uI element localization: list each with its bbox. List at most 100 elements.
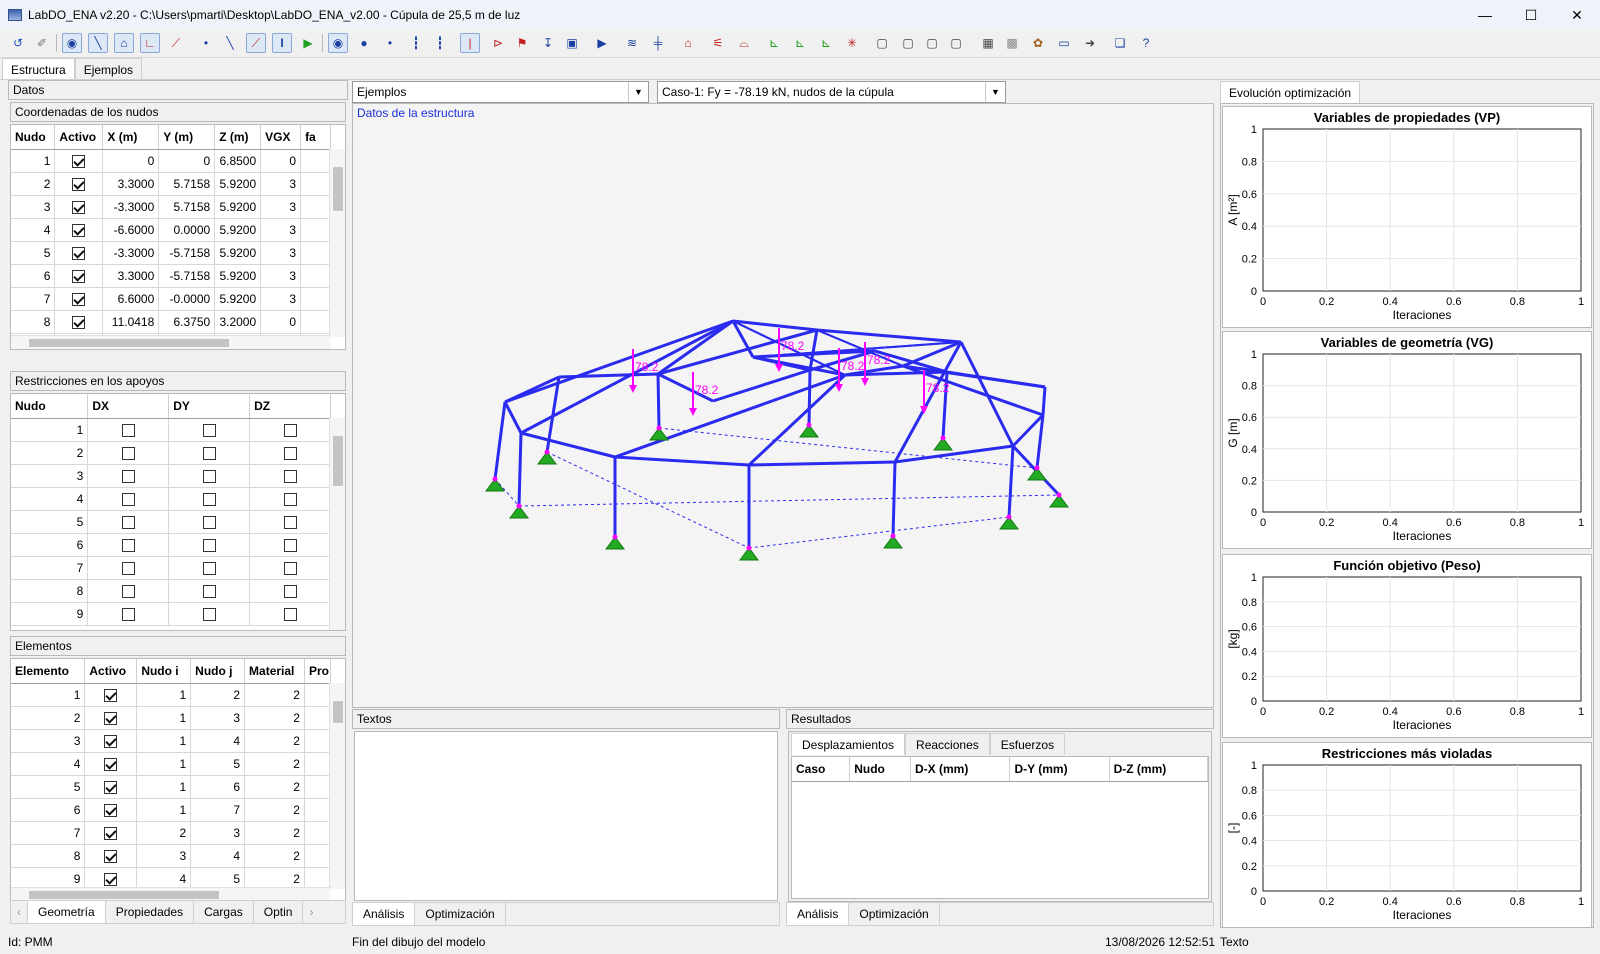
table-cell[interactable]: 3 <box>260 264 302 288</box>
table-cell[interactable]: 11.0418 <box>102 310 160 334</box>
table-cell[interactable]: 5.9200 <box>214 287 262 311</box>
arch-icon[interactable]: ⌓ <box>734 33 754 53</box>
active-cell[interactable] <box>84 729 138 753</box>
checkbox[interactable] <box>121 469 135 483</box>
chevron-down-icon[interactable]: ▼ <box>985 82 1005 102</box>
column-header[interactable]: Nudo <box>849 757 911 782</box>
table-cell[interactable]: 1 <box>11 149 56 173</box>
table-cell[interactable]: 5.9200 <box>214 195 262 219</box>
tab-geometria[interactable]: Geometría <box>28 901 106 923</box>
vertical-element-icon[interactable]: ┇ <box>430 33 450 53</box>
checkbox[interactable] <box>72 154 86 168</box>
column-header[interactable]: Activo <box>84 659 138 684</box>
table-row[interactable]: 6 <box>11 533 331 557</box>
play-icon[interactable]: ▶ <box>592 33 612 53</box>
restraint-cell[interactable] <box>87 556 170 580</box>
coords-vscroll[interactable] <box>329 149 345 337</box>
restraint-cell[interactable] <box>249 579 331 603</box>
vertical-node-icon[interactable]: ┇ <box>406 33 426 53</box>
chevron-down-icon[interactable]: ▼ <box>628 82 648 102</box>
checkbox[interactable] <box>104 734 118 748</box>
table-cell[interactable]: 0 <box>260 310 302 334</box>
restraint-cell[interactable] <box>249 487 331 511</box>
column-header[interactable]: Y (m) <box>158 125 216 150</box>
table-cell[interactable]: 6 <box>11 533 89 557</box>
table-cell[interactable]: 5 <box>11 241 56 265</box>
table-cell[interactable] <box>304 706 332 730</box>
table-cell[interactable]: -3.3000 <box>102 241 160 265</box>
table-cell[interactable]: 6 <box>190 775 246 799</box>
tab-estructura[interactable]: Estructura <box>2 58 75 80</box>
table-cell[interactable] <box>300 241 331 265</box>
checkbox[interactable] <box>121 561 135 575</box>
axes-xy-icon[interactable]: ⊾ <box>790 33 810 53</box>
table-row[interactable]: 6 172 <box>11 798 332 822</box>
elements-hscroll[interactable] <box>11 887 331 901</box>
table-row[interactable]: 3 142 <box>11 729 332 753</box>
table-cell[interactable]: 2 <box>244 729 305 753</box>
column-header[interactable]: Nudo <box>11 125 56 150</box>
table-cell[interactable]: 2 <box>244 775 305 799</box>
column-header[interactable]: Nudo j <box>190 659 246 684</box>
restraint-cell[interactable] <box>168 533 251 557</box>
texts-area[interactable] <box>354 731 778 901</box>
tab-propiedades[interactable]: Propiedades <box>106 901 195 923</box>
column-header[interactable]: Elemento <box>11 659 86 684</box>
column-header[interactable]: D-X (mm) <box>910 757 1011 782</box>
table-cell[interactable]: 2 <box>244 752 305 776</box>
table-cell[interactable]: 7 <box>190 798 246 822</box>
add-node-icon[interactable]: • <box>196 33 216 53</box>
table-cell[interactable]: 3 <box>11 195 56 219</box>
active-cell[interactable] <box>84 752 138 776</box>
checkbox[interactable] <box>283 492 297 506</box>
checkbox[interactable] <box>104 711 118 725</box>
table-cell[interactable] <box>304 752 332 776</box>
restraint-cell[interactable] <box>168 418 251 442</box>
table-cell[interactable]: 7 <box>11 287 56 311</box>
table-row[interactable]: 2132 <box>11 706 332 730</box>
checkbox[interactable] <box>104 780 118 794</box>
table-cell[interactable]: 3 <box>260 241 302 265</box>
table-row[interactable]: 5 -3.3000 -5.7158 5.9200 3 <box>11 241 331 265</box>
restraint-cell[interactable] <box>168 464 251 488</box>
table-cell[interactable]: 8 <box>11 579 89 603</box>
active-cell[interactable] <box>54 218 104 242</box>
checkbox[interactable] <box>72 246 86 260</box>
restraint-cell[interactable] <box>249 533 331 557</box>
restraint-cell[interactable] <box>87 487 170 511</box>
column-header[interactable]: Material <box>244 659 305 684</box>
examples-combo[interactable]: Ejemplos ▼ <box>352 81 649 103</box>
select-node-icon[interactable]: ◉ <box>328 33 348 53</box>
table-cell[interactable]: 2 <box>244 683 305 707</box>
table-cell[interactable]: 2 <box>244 798 305 822</box>
table-cell[interactable]: 5.9200 <box>214 264 262 288</box>
checkbox[interactable] <box>202 469 216 483</box>
active-cell[interactable] <box>84 775 138 799</box>
point-icon[interactable]: ● <box>354 33 374 53</box>
restraint-cell[interactable] <box>249 556 331 580</box>
checkbox[interactable] <box>104 757 118 771</box>
table-cell[interactable]: 0 <box>260 149 302 173</box>
active-cell[interactable] <box>84 706 138 730</box>
table-cell[interactable]: 7 <box>11 821 86 845</box>
table-cell[interactable]: 2 <box>11 172 56 196</box>
table-cell[interactable]: 3.2000 <box>214 310 262 334</box>
table-row[interactable]: 2 <box>11 441 331 465</box>
restraint-cell[interactable] <box>87 418 170 442</box>
checkbox[interactable] <box>121 607 135 621</box>
case-combo[interactable]: Caso-1: Fy = -78.19 kN, nudos de la cúpu… <box>657 81 1006 103</box>
table-cell[interactable]: 2 <box>11 706 86 730</box>
table-cell[interactable]: 5.9200 <box>214 172 262 196</box>
checkbox[interactable] <box>121 515 135 529</box>
table-cell[interactable]: 5.7158 <box>158 195 216 219</box>
restraint-cell[interactable] <box>249 441 331 465</box>
table-cell[interactable]: 3 <box>260 218 302 242</box>
active-cell[interactable] <box>54 287 104 311</box>
node-mode-icon[interactable]: ◉ <box>62 33 82 53</box>
checkbox[interactable] <box>121 584 135 598</box>
table-cell[interactable]: 1 <box>136 798 192 822</box>
table-cell[interactable] <box>304 729 332 753</box>
checkbox[interactable] <box>104 803 118 817</box>
table-row[interactable]: 1 0 0 6.8500 0 <box>11 149 331 173</box>
table-cell[interactable] <box>304 821 332 845</box>
